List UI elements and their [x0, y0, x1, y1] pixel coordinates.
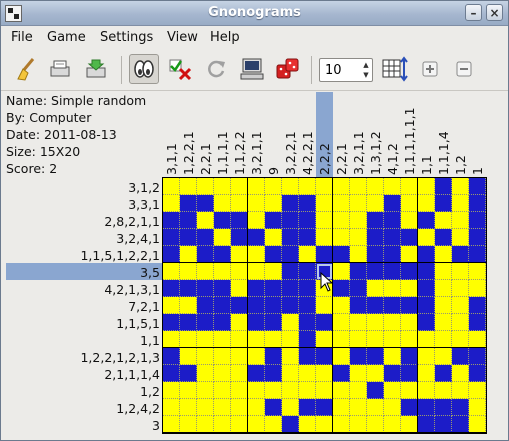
row-clue: 1,2,4,2	[116, 401, 160, 416]
menu-settings[interactable]: Settings	[100, 30, 153, 45]
check-errors-icon[interactable]	[166, 54, 196, 84]
column-clue: 4,2,2,1	[300, 131, 315, 175]
row-clue: 3,1,2	[128, 180, 160, 195]
row-clue: 1,1	[140, 333, 160, 348]
info-by: By: Computer	[6, 110, 92, 125]
row-clue: 1,2,2,1,2,1,3	[80, 350, 160, 365]
column-clue: 1,1,1,1	[215, 131, 230, 175]
column-clue: 1,1	[419, 155, 434, 175]
size-input[interactable]	[322, 61, 361, 79]
column-clue: 1,1,1,1,1,1	[402, 107, 417, 175]
row-clue: 2,1,1,1,4	[104, 367, 160, 382]
column-clue: 3,2,1,1	[351, 131, 366, 175]
window-title: Gnonograms	[208, 5, 301, 20]
column-clue: 1,1,2,2	[232, 131, 247, 175]
column-clue: 2,2,1	[198, 143, 213, 175]
mouse-cursor-icon	[320, 272, 334, 292]
column-clue: 3,1,1	[164, 143, 179, 175]
broom-icon[interactable]	[11, 54, 41, 84]
toolbar-separator	[311, 56, 312, 84]
row-clue: 2,8,2,1,1	[104, 214, 160, 229]
menu-view[interactable]: View	[167, 30, 198, 45]
save-icon[interactable]	[81, 54, 111, 84]
column-clue: 1,2,2,1	[181, 131, 196, 175]
menu-game[interactable]: Game	[47, 30, 86, 45]
info-name: Name: Simple random	[6, 93, 147, 108]
load-icon[interactable]	[45, 54, 75, 84]
column-clue: 3,2,1,1	[249, 131, 264, 175]
column-clue: 4,1,2	[385, 143, 400, 175]
column-clue: 2,2,1	[334, 143, 349, 175]
row-clue: 1,2	[140, 384, 160, 399]
row-clue: 3,3,1	[128, 197, 160, 212]
row-clue: 3,2,4,1	[116, 231, 160, 246]
zoom-out-icon[interactable]	[449, 54, 479, 84]
column-clue: 1,3,1,2	[368, 131, 383, 175]
row-clue: 7,2,1	[128, 299, 160, 314]
info-date: Date: 2011-08-13	[6, 127, 117, 142]
spinner-down-icon[interactable]: ▼	[360, 70, 372, 80]
title-bar[interactable]: Gnonograms – ×	[1, 1, 508, 26]
row-clue: 1,1,5,1	[116, 316, 160, 331]
size-spinner[interactable]: ▲ ▼	[319, 58, 373, 82]
toolbar	[1, 50, 508, 91]
close-icon[interactable]: ×	[486, 4, 503, 21]
info-score: Score: 2	[6, 161, 58, 176]
row-clue: 1,1,5,1,2,2,1	[80, 248, 160, 263]
row-clue: 3,5	[140, 265, 160, 280]
spinner-up-icon[interactable]: ▲	[360, 60, 372, 70]
menu-help[interactable]: Help	[210, 30, 240, 45]
menu-file[interactable]: File	[11, 30, 33, 45]
menu-bar: File Game Settings View Help	[1, 26, 508, 48]
random-dice-icon[interactable]	[273, 54, 303, 84]
column-clue: 9	[266, 167, 281, 175]
toolbar-separator	[121, 56, 122, 84]
grid-border	[162, 177, 487, 434]
app-window: Gnonograms – × File Game Settings View H…	[0, 0, 509, 441]
puzzle-info: Name: Simple random By: Computer Date: 2…	[6, 92, 161, 176]
column-clue: 1,1,1,4	[436, 131, 451, 175]
row-clue: 4,2,1,3,1	[104, 282, 160, 297]
column-clue: 3,2,2,1	[283, 131, 298, 175]
grid-resize-icon[interactable]	[379, 54, 409, 84]
zoom-in-icon[interactable]	[415, 54, 445, 84]
column-clue: 1	[470, 167, 485, 175]
peek-icon[interactable]	[129, 54, 159, 84]
minimize-icon[interactable]: –	[465, 4, 482, 21]
restart-icon[interactable]	[201, 54, 231, 84]
computer-icon[interactable]	[237, 54, 267, 84]
column-clue: 2,2,2	[317, 143, 332, 175]
column-clue: 1,2	[453, 155, 468, 175]
row-clue: 3	[152, 418, 160, 433]
info-size: Size: 15X20	[6, 144, 81, 159]
